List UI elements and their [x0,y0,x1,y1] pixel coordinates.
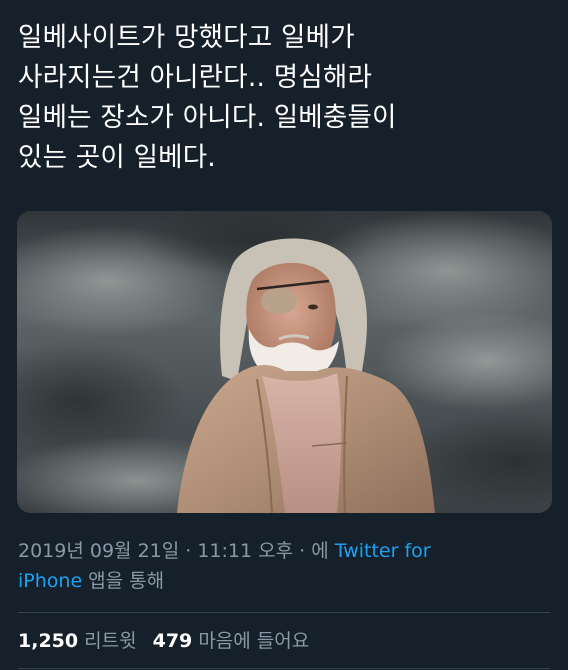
old-man-eyepatch-image [17,211,552,513]
divider [18,668,550,669]
likes-count: 479 [152,630,193,652]
tweet-text-line: 일베사이트가 망했다고 일베가 [18,22,355,53]
likes-stat[interactable]: 479 마음에 들어요 [153,630,310,652]
tweet-meta: 2019년 09월 21일 · 11:11 오후 · 에 Twitter for… [18,536,548,596]
divider [18,612,550,613]
meta-separator: · 에 [293,540,335,562]
tweet-media-image[interactable] [17,211,552,513]
source-suffix: 앱을 통해 [82,570,165,592]
tweet-text-line: 있는 곳이 일베다. [18,142,216,173]
retweets-label: 리트윗 [84,630,137,652]
tweet-timestamp[interactable]: 2019년 09월 21일 · 11:11 오후 [18,540,293,562]
tweet-text-line: 일베는 장소가 아니다. 일베충들이 [18,102,397,133]
tweet-text-line: 사라지는건 아니란다.. 명심해라 [18,62,373,93]
source-link-line1[interactable]: Twitter for [335,540,431,562]
tweet-text: 일베사이트가 망했다고 일베가 사라지는건 아니란다.. 명심해라 일베는 장소… [18,18,548,178]
retweets-stat[interactable]: 1,250 리트윗 [18,630,137,652]
likes-label: 마음에 들어요 [198,630,310,652]
retweets-count: 1,250 [18,630,79,652]
source-link-line2[interactable]: iPhone [18,570,82,592]
tweet-stats: 1,250 리트윗 479 마음에 들어요 [18,628,309,654]
